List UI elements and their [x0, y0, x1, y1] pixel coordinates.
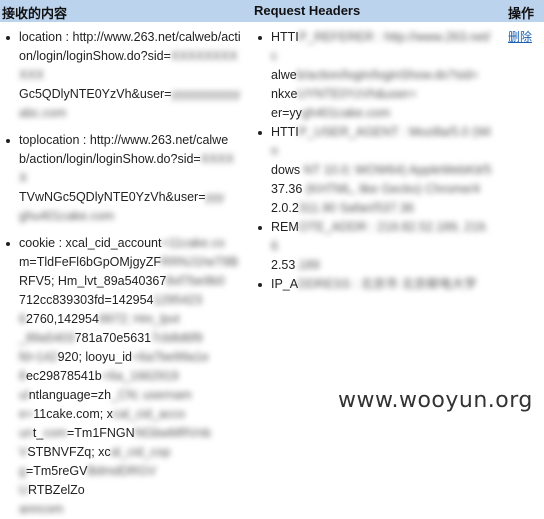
list-item-cookie: cookie : xcal_cid_account=11cake.co m=Tl… — [4, 234, 242, 519]
cookie-line: unt_com=Tm1FNGNNGbwMRVnb — [19, 426, 211, 440]
header-line: HTTIP_REFERER : http://www.263.net/c — [271, 30, 491, 63]
cookie-line: 712cc839303fd=1429541295423 — [19, 293, 203, 307]
toplocation-line: toplocation : http://www.263.net/calwe — [19, 133, 229, 147]
cookie-line: cookie : xcal_cid_account=11cake.co — [19, 236, 225, 250]
list-item-toplocation: toplocation : http://www.263.net/calwe b… — [4, 131, 242, 226]
cookie-line-redacted: anncom — [19, 502, 64, 516]
header-line: dows NT 10.0; WOW64) AppleWebKit/5 — [271, 163, 492, 177]
header-line: 2.53.189 — [271, 258, 320, 272]
toplocation-line: b/action/login/loginShow.do?sid=XXXXX — [19, 152, 235, 185]
cookie-line: g=Tm5reGVBdmdDRGV — [19, 464, 157, 478]
header-line: HTTIP_USER_AGENT : Mozilla/5.0 (Win — [271, 125, 491, 158]
location-line: on/login/loginShow.do?sid=XXXXXXXXXXX — [19, 49, 238, 82]
header-line: REMOTE_ADDR : 219.82.52.189, 219.6 — [271, 220, 489, 253]
list-item-remote-addr: REMOTE_ADDR : 219.82.52.189, 219.6 2.53.… — [256, 218, 492, 275]
header-line: 37.36 (KHTML, like Gecko) Chrome/4 — [271, 182, 481, 196]
received-list: location : http://www.263.net/calweb/act… — [4, 28, 242, 519]
received-content-cell: location : http://www.263.net/calweb/act… — [4, 28, 242, 519]
header-line: alweb/action/login/loginShow.do?sid= — [271, 68, 479, 82]
request-headers-list: HTTIP_REFERER : http://www.263.net/c alw… — [256, 28, 492, 294]
list-item-location: location : http://www.263.net/calweb/act… — [4, 28, 242, 123]
cookie-line: 62760,1429549972; Hm_lpvt — [19, 312, 180, 326]
cookie-line: _89a5403781a70e56317cb8d6f9 — [19, 331, 203, 345]
toplocation-line-redacted: ghu401cake.com — [19, 209, 115, 223]
column-header-action: 操作 — [508, 6, 535, 21]
cookie-line: VSTBNVFZq; xcal_cid_cop — [19, 445, 171, 459]
header-line: er=yygh401cake.com — [271, 106, 391, 120]
location-line: Gc5QDlyNTE0YzVh&user=yyyyyyyyyyy — [19, 87, 241, 101]
cookie-line: ulntlanguage=zh_CN; usernam — [19, 388, 192, 402]
delete-link[interactable]: 删除 — [508, 30, 532, 44]
column-header-received: 接收的内容 — [2, 6, 68, 21]
cookie-line: e=11cake.com; xcal_cid_acco — [19, 407, 186, 421]
cookie-line: 8ec29878541b=6a_1662919 — [19, 369, 179, 383]
list-item-user-agent: HTTIP_USER_AGENT : Mozilla/5.0 (Win dows… — [256, 123, 492, 218]
location-line-redacted: abc.com — [19, 106, 67, 120]
toplocation-line: TVwNGc5QDlyNTE0YzVh&user=yyy — [19, 190, 225, 204]
list-item-ip-address: IP_ADDRESS : 北京市 北京邮电大学 — [256, 275, 492, 294]
watermark: www.wooyun.org — [338, 388, 533, 413]
cookie-line: fd=142920; looyu_id=6a7be99a1e — [19, 350, 209, 364]
header-line: nkxeUYNTE0YzVh&user= — [271, 87, 417, 101]
cookie-line: m=TldFeFl6bGpOMjgyZFRRNJ1heT8B — [19, 255, 239, 269]
table-header: 接收的内容 Request Headers 操作 — [0, 0, 544, 22]
cookie-line: URTBZelZo — [19, 483, 85, 497]
action-cell: 删除 — [508, 28, 532, 45]
list-item-http-referer: HTTIP_REFERER : http://www.263.net/c alw… — [256, 28, 492, 123]
header-line: 2.0.2311.90 Safari/537.36 — [271, 201, 414, 215]
cookie-line: RFV5; Hm_lvt_89a5403678xf7be9b0 — [19, 274, 225, 288]
location-line: location : http://www.263.net/calweb/act… — [19, 30, 241, 44]
column-header-request-headers: Request Headers — [254, 3, 361, 18]
request-headers-cell: HTTIP_REFERER : http://www.263.net/c alw… — [256, 28, 492, 294]
header-line: IP_ADDRESS : 北京市 北京邮电大学 — [271, 277, 477, 291]
